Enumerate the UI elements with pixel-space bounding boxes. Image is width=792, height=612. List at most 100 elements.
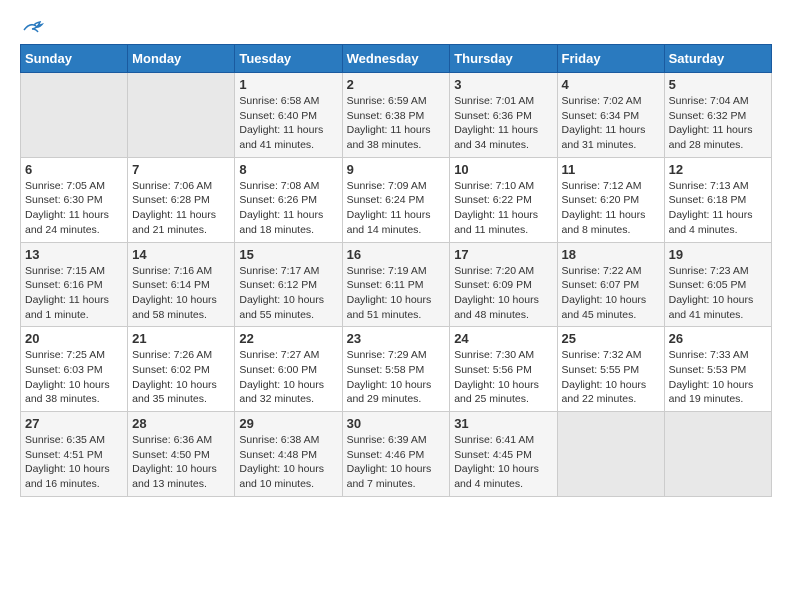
calendar-cell: 18 Sunrise: 7:22 AM Sunset: 6:07 PM Dayli… xyxy=(557,242,664,327)
calendar-cell: 19 Sunrise: 7:23 AM Sunset: 6:05 PM Dayli… xyxy=(664,242,771,327)
day-number: 10 xyxy=(454,162,552,177)
day-info: Sunrise: 7:04 AM Sunset: 6:32 PM Dayligh… xyxy=(669,94,767,153)
calendar-week-row: 27 Sunrise: 6:35 AM Sunset: 4:51 PM Dayli… xyxy=(21,412,772,497)
calendar-cell: 8 Sunrise: 7:08 AM Sunset: 6:26 PM Daylig… xyxy=(235,157,342,242)
calendar-cell: 13Sunrise: 7:15 AM Sunset: 6:16 PM Dayli… xyxy=(21,242,128,327)
day-info: Sunrise: 7:12 AM Sunset: 6:20 PM Dayligh… xyxy=(562,179,660,238)
day-info: Sunrise: 7:09 AM Sunset: 6:24 PM Dayligh… xyxy=(347,179,446,238)
day-number: 14 xyxy=(132,247,230,262)
day-info: Sunrise: 7:20 AM Sunset: 6:09 PM Dayligh… xyxy=(454,264,552,323)
page-header xyxy=(20,20,772,34)
day-number: 21 xyxy=(132,331,230,346)
day-info: Sunrise: 6:58 AM Sunset: 6:40 PM Dayligh… xyxy=(239,94,337,153)
day-number: 12 xyxy=(669,162,767,177)
calendar-cell: 31 Sunrise: 6:41 AM Sunset: 4:45 PM Dayli… xyxy=(450,412,557,497)
day-info: Sunrise: 7:33 AM Sunset: 5:53 PM Dayligh… xyxy=(669,348,767,407)
day-info: Sunrise: 7:25 AM Sunset: 6:03 PM Dayligh… xyxy=(25,348,123,407)
calendar-cell: 4 Sunrise: 7:02 AM Sunset: 6:34 PM Daylig… xyxy=(557,73,664,158)
day-number: 4 xyxy=(562,77,660,92)
day-info: Sunrise: 6:36 AM Sunset: 4:50 PM Dayligh… xyxy=(132,433,230,492)
weekday-header: Friday xyxy=(557,45,664,73)
calendar-cell: 25Sunrise: 7:32 AM Sunset: 5:55 PM Dayli… xyxy=(557,327,664,412)
calendar-cell: 23 Sunrise: 7:29 AM Sunset: 5:58 PM Dayli… xyxy=(342,327,450,412)
day-number: 17 xyxy=(454,247,552,262)
day-info: Sunrise: 7:29 AM Sunset: 5:58 PM Dayligh… xyxy=(347,348,446,407)
calendar-cell: 21 Sunrise: 7:26 AM Sunset: 6:02 PM Dayli… xyxy=(128,327,235,412)
day-info: Sunrise: 7:27 AM Sunset: 6:00 PM Dayligh… xyxy=(239,348,337,407)
calendar-cell: 14 Sunrise: 7:16 AM Sunset: 6:14 PM Dayli… xyxy=(128,242,235,327)
day-info: Sunrise: 7:01 AM Sunset: 6:36 PM Dayligh… xyxy=(454,94,552,153)
weekday-header: Sunday xyxy=(21,45,128,73)
day-number: 24 xyxy=(454,331,552,346)
day-info: Sunrise: 7:26 AM Sunset: 6:02 PM Dayligh… xyxy=(132,348,230,407)
calendar-cell xyxy=(557,412,664,497)
calendar-cell: 29 Sunrise: 6:38 AM Sunset: 4:48 PM Dayli… xyxy=(235,412,342,497)
calendar-cell: 16 Sunrise: 7:19 AM Sunset: 6:11 PM Dayli… xyxy=(342,242,450,327)
day-number: 30 xyxy=(347,416,446,431)
logo xyxy=(20,20,44,34)
day-info: Sunrise: 7:05 AM Sunset: 6:30 PM Dayligh… xyxy=(25,179,123,238)
weekday-header: Monday xyxy=(128,45,235,73)
day-info: Sunrise: 7:16 AM Sunset: 6:14 PM Dayligh… xyxy=(132,264,230,323)
day-number: 3 xyxy=(454,77,552,92)
day-number: 19 xyxy=(669,247,767,262)
day-info: Sunrise: 7:08 AM Sunset: 6:26 PM Dayligh… xyxy=(239,179,337,238)
day-number: 15 xyxy=(239,247,337,262)
day-info: Sunrise: 7:02 AM Sunset: 6:34 PM Dayligh… xyxy=(562,94,660,153)
weekday-header: Thursday xyxy=(450,45,557,73)
day-number: 23 xyxy=(347,331,446,346)
day-info: Sunrise: 7:17 AM Sunset: 6:12 PM Dayligh… xyxy=(239,264,337,323)
day-number: 20 xyxy=(25,331,123,346)
calendar-cell: 24 Sunrise: 7:30 AM Sunset: 5:56 PM Dayli… xyxy=(450,327,557,412)
calendar-cell: 17 Sunrise: 7:20 AM Sunset: 6:09 PM Dayli… xyxy=(450,242,557,327)
day-number: 11 xyxy=(562,162,660,177)
calendar-table: SundayMondayTuesdayWednesdayThursdayFrid… xyxy=(20,44,772,497)
day-number: 8 xyxy=(239,162,337,177)
calendar-cell: 7 Sunrise: 7:06 AM Sunset: 6:28 PM Daylig… xyxy=(128,157,235,242)
calendar-cell xyxy=(664,412,771,497)
day-info: Sunrise: 6:38 AM Sunset: 4:48 PM Dayligh… xyxy=(239,433,337,492)
day-info: Sunrise: 7:19 AM Sunset: 6:11 PM Dayligh… xyxy=(347,264,446,323)
day-number: 28 xyxy=(132,416,230,431)
calendar-cell: 2Sunrise: 6:59 AM Sunset: 6:38 PM Daylig… xyxy=(342,73,450,158)
day-info: Sunrise: 6:41 AM Sunset: 4:45 PM Dayligh… xyxy=(454,433,552,492)
calendar-cell: 28 Sunrise: 6:36 AM Sunset: 4:50 PM Dayli… xyxy=(128,412,235,497)
calendar-cell: 9 Sunrise: 7:09 AM Sunset: 6:24 PM Daylig… xyxy=(342,157,450,242)
calendar-cell: 1 Sunrise: 6:58 AM Sunset: 6:40 PM Daylig… xyxy=(235,73,342,158)
day-number: 5 xyxy=(669,77,767,92)
calendar-week-row: 6Sunrise: 7:05 AM Sunset: 6:30 PM Daylig… xyxy=(21,157,772,242)
day-number: 29 xyxy=(239,416,337,431)
calendar-week-row: 13Sunrise: 7:15 AM Sunset: 6:16 PM Dayli… xyxy=(21,242,772,327)
day-info: Sunrise: 7:10 AM Sunset: 6:22 PM Dayligh… xyxy=(454,179,552,238)
day-info: Sunrise: 6:35 AM Sunset: 4:51 PM Dayligh… xyxy=(25,433,123,492)
day-info: Sunrise: 7:22 AM Sunset: 6:07 PM Dayligh… xyxy=(562,264,660,323)
weekday-header: Wednesday xyxy=(342,45,450,73)
calendar-cell: 26Sunrise: 7:33 AM Sunset: 5:53 PM Dayli… xyxy=(664,327,771,412)
calendar-cell: 27 Sunrise: 6:35 AM Sunset: 4:51 PM Dayli… xyxy=(21,412,128,497)
day-info: Sunrise: 7:13 AM Sunset: 6:18 PM Dayligh… xyxy=(669,179,767,238)
calendar-week-row: 20 Sunrise: 7:25 AM Sunset: 6:03 PM Dayli… xyxy=(21,327,772,412)
calendar-cell: 3 Sunrise: 7:01 AM Sunset: 6:36 PM Daylig… xyxy=(450,73,557,158)
day-number: 25 xyxy=(562,331,660,346)
day-number: 1 xyxy=(239,77,337,92)
day-number: 7 xyxy=(132,162,230,177)
calendar-cell: 30 Sunrise: 6:39 AM Sunset: 4:46 PM Dayli… xyxy=(342,412,450,497)
calendar-cell xyxy=(128,73,235,158)
day-number: 13 xyxy=(25,247,123,262)
day-number: 27 xyxy=(25,416,123,431)
day-info: Sunrise: 7:06 AM Sunset: 6:28 PM Dayligh… xyxy=(132,179,230,238)
calendar-cell: 12 Sunrise: 7:13 AM Sunset: 6:18 PM Dayli… xyxy=(664,157,771,242)
calendar-cell: 11 Sunrise: 7:12 AM Sunset: 6:20 PM Dayli… xyxy=(557,157,664,242)
calendar-cell xyxy=(21,73,128,158)
day-number: 31 xyxy=(454,416,552,431)
day-info: Sunrise: 6:39 AM Sunset: 4:46 PM Dayligh… xyxy=(347,433,446,492)
calendar-cell: 5 Sunrise: 7:04 AM Sunset: 6:32 PM Daylig… xyxy=(664,73,771,158)
day-info: Sunrise: 7:30 AM Sunset: 5:56 PM Dayligh… xyxy=(454,348,552,407)
day-number: 18 xyxy=(562,247,660,262)
day-number: 16 xyxy=(347,247,446,262)
calendar-cell: 22Sunrise: 7:27 AM Sunset: 6:00 PM Dayli… xyxy=(235,327,342,412)
day-info: Sunrise: 7:23 AM Sunset: 6:05 PM Dayligh… xyxy=(669,264,767,323)
day-info: Sunrise: 6:59 AM Sunset: 6:38 PM Dayligh… xyxy=(347,94,446,153)
day-number: 9 xyxy=(347,162,446,177)
logo-bird-icon xyxy=(22,20,44,38)
